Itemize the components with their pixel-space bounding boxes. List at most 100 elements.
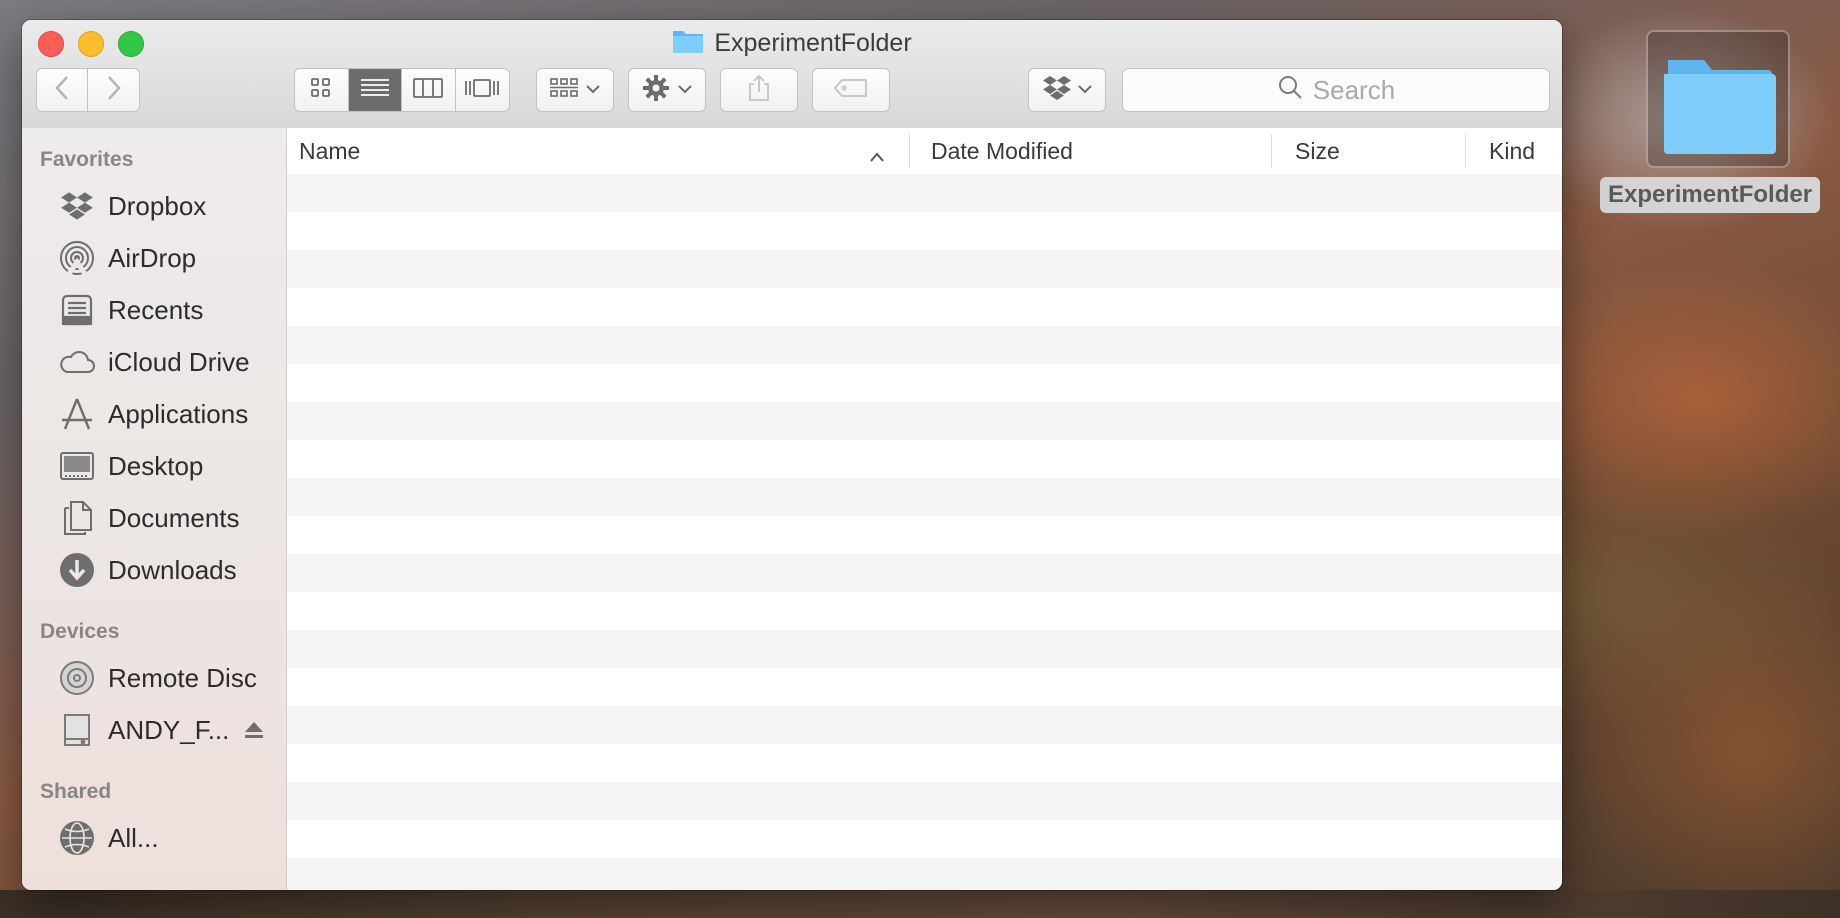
applications-icon — [58, 395, 96, 433]
desktop-folder-label[interactable]: ExperimentFolder — [1600, 177, 1821, 213]
column-label: Name — [299, 137, 361, 164]
column-header-row: Name Date Modified Size Kind — [287, 128, 1562, 175]
window-title-group: ExperimentFolder — [22, 28, 1562, 58]
column-view-button[interactable] — [402, 69, 456, 111]
sidebar-item-all-shared[interactable]: All... — [58, 816, 284, 860]
sidebar-heading-shared: Shared — [40, 780, 112, 803]
list-view-button[interactable] — [348, 69, 402, 111]
empty-row — [287, 592, 1562, 630]
chevron-down-icon — [678, 81, 692, 99]
tag-icon — [833, 78, 869, 103]
arrange-button[interactable] — [536, 68, 614, 112]
empty-row — [287, 478, 1562, 516]
search-placeholder: Search — [1312, 74, 1396, 105]
action-button[interactable] — [628, 68, 706, 112]
sidebar-item-label: ANDY_F... — [108, 714, 230, 745]
sidebar-heading-devices: Devices — [40, 620, 120, 643]
sidebar-heading-favorites: Favorites — [40, 148, 134, 171]
window-title: ExperimentFolder — [714, 28, 912, 57]
desktop-wallpaper-strip — [0, 890, 1840, 918]
sidebar-item-label: Remote Disc — [108, 662, 257, 693]
search-icon — [1277, 74, 1303, 107]
sidebar-item-documents[interactable]: Documents — [58, 496, 284, 540]
sidebar-item-remote-disc[interactable]: Remote Disc — [58, 656, 284, 700]
cloud-icon — [58, 343, 96, 381]
chevron-down-icon — [1078, 81, 1092, 99]
sidebar-item-label: Dropbox — [108, 190, 207, 221]
column-label: Date Modified — [931, 137, 1073, 164]
sidebar-item-andy-drive[interactable]: ANDY_F... — [58, 708, 284, 752]
group-icon — [550, 77, 578, 104]
empty-row — [287, 858, 1562, 890]
share-icon — [748, 74, 770, 107]
empty-row — [287, 402, 1562, 440]
sidebar-item-label: Downloads — [108, 554, 237, 585]
view-mode-control — [294, 68, 510, 112]
empty-row — [287, 440, 1562, 478]
column-header-size[interactable]: Size — [1271, 128, 1465, 174]
empty-rows — [287, 174, 1562, 890]
chevron-down-icon — [586, 81, 600, 99]
chevron-right-icon — [106, 75, 122, 106]
file-list: Name Date Modified Size Kind — [287, 128, 1562, 890]
empty-row — [287, 668, 1562, 706]
grid-icon — [310, 77, 332, 104]
empty-row — [287, 820, 1562, 858]
chevron-left-icon — [54, 75, 70, 106]
dropbox-icon — [58, 187, 96, 225]
cover-flow-icon — [464, 78, 500, 103]
gear-icon — [642, 74, 670, 107]
sidebar-item-recents[interactable]: Recents — [58, 288, 284, 332]
empty-row — [287, 212, 1562, 250]
empty-row — [287, 706, 1562, 744]
forward-button[interactable] — [88, 69, 139, 111]
sidebar-item-icloud-drive[interactable]: iCloud Drive — [58, 340, 284, 384]
empty-row — [287, 288, 1562, 326]
list-icon — [360, 78, 389, 103]
tag-button[interactable] — [812, 68, 890, 112]
empty-row — [287, 744, 1562, 782]
sidebar: Favorites Dropbox AirDrop Recents iCloud… — [22, 128, 287, 890]
sidebar-item-label: Desktop — [108, 450, 204, 481]
empty-row — [287, 174, 1562, 212]
empty-row — [287, 516, 1562, 554]
drive-icon — [58, 711, 96, 749]
nav-buttons — [36, 68, 140, 112]
sidebar-item-desktop[interactable]: Desktop — [58, 444, 284, 488]
empty-row — [287, 554, 1562, 592]
column-header-kind[interactable]: Kind — [1465, 128, 1562, 174]
sidebar-item-downloads[interactable]: Downloads — [58, 548, 284, 592]
column-header-name[interactable]: Name — [287, 128, 897, 174]
airdrop-icon — [58, 239, 96, 277]
disc-icon — [58, 659, 96, 697]
empty-row — [287, 782, 1562, 820]
downloads-icon — [58, 551, 96, 589]
titlebar: ExperimentFolder Search — [22, 20, 1562, 129]
desktop-icon — [58, 447, 96, 485]
network-icon — [58, 819, 96, 857]
documents-icon — [58, 499, 96, 537]
dropbox-button[interactable] — [1028, 68, 1106, 112]
sidebar-item-dropbox[interactable]: Dropbox — [58, 184, 284, 228]
sidebar-item-applications[interactable]: Applications — [58, 392, 284, 436]
column-label: Size — [1295, 137, 1340, 164]
share-button[interactable] — [720, 68, 798, 112]
sidebar-item-label: Applications — [108, 398, 249, 429]
eject-icon[interactable] — [244, 715, 264, 746]
search-field[interactable]: Search — [1122, 68, 1550, 112]
sidebar-item-label: AirDrop — [108, 242, 197, 273]
back-button[interactable] — [37, 69, 89, 111]
empty-row — [287, 630, 1562, 668]
dropbox-icon — [1042, 75, 1072, 106]
sidebar-item-label: All... — [108, 822, 159, 853]
empty-row — [287, 326, 1562, 364]
icon-view-button[interactable] — [295, 69, 349, 111]
column-label: Kind — [1489, 137, 1536, 164]
cover-flow-button[interactable] — [456, 69, 510, 111]
sidebar-item-airdrop[interactable]: AirDrop — [58, 236, 284, 280]
columns-icon — [413, 77, 444, 103]
desktop-folder-icon[interactable] — [1646, 30, 1790, 168]
folder-icon — [672, 28, 704, 59]
column-header-date-modified[interactable]: Date Modified — [909, 128, 1271, 174]
sidebar-item-label: iCloud Drive — [108, 346, 250, 377]
